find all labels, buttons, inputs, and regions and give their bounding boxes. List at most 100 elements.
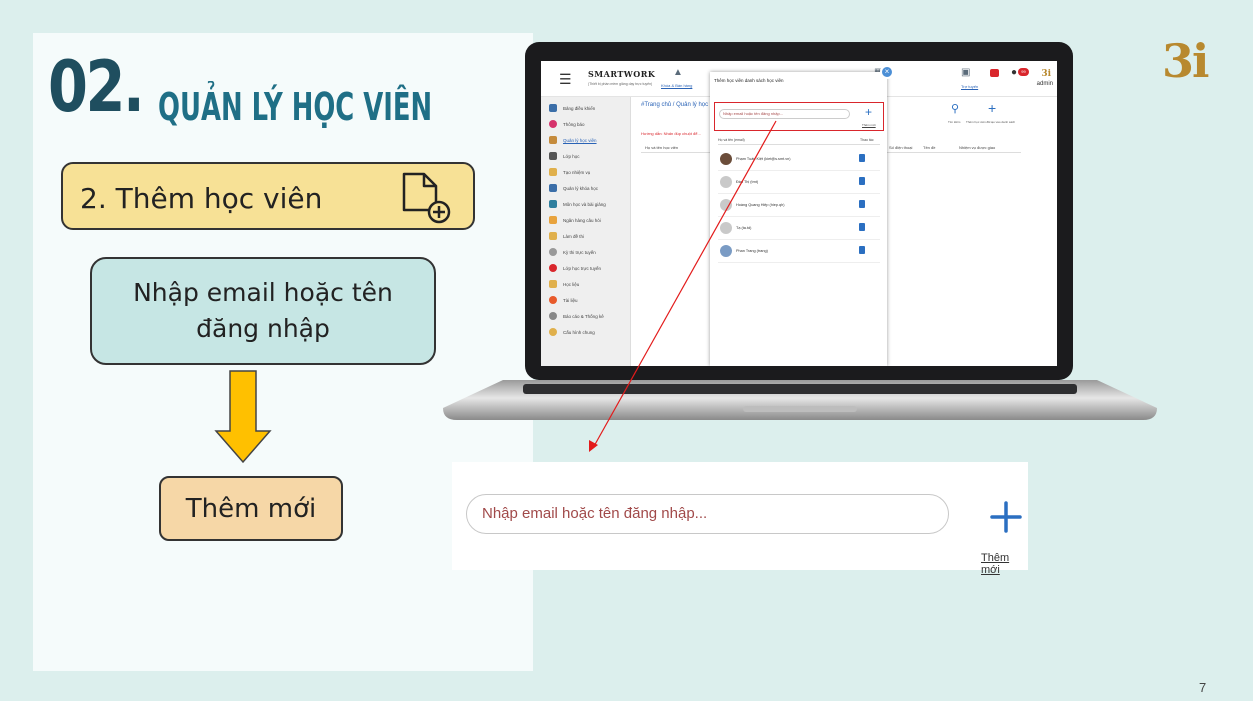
trash-icon[interactable]	[859, 200, 865, 208]
calendar-icon[interactable]: ▣	[961, 67, 970, 78]
sidebar-item-online-class[interactable]: Lớp học trực tuyến	[549, 261, 601, 275]
app-brand-subtitle: (Thiết bị phần mềm giảng dạy trực tuyến)	[588, 82, 653, 86]
sidebar-item-label: Lớp học	[563, 153, 580, 159]
sidebar-item-documents[interactable]: Tài liệu	[549, 293, 578, 307]
sidebar-item-label: Kỳ thi trực tuyến	[563, 249, 596, 255]
course-icon	[549, 184, 557, 192]
task-icon	[549, 168, 557, 176]
add-new-button[interactable]: Thêm mới	[981, 552, 1028, 576]
avatar	[720, 199, 732, 211]
table-row[interactable]: Phạm Tuấn Kiệt (kiet@s.smt.vn)	[718, 148, 880, 171]
sidebar-item-subjects[interactable]: Môn học và bài giảng	[549, 197, 606, 211]
search-input[interactable]: Nhập email hoặc tên đăng nhập...	[466, 494, 949, 534]
header-link-support[interactable]: Trợ tuyến	[961, 84, 978, 89]
sidebar-item-settings[interactable]: Cấu hình chung	[549, 325, 595, 339]
sidebar-item-tasks[interactable]: Tạo nhiệm vụ	[549, 165, 590, 179]
sidebar-item-courses[interactable]: Quản lý khóa học	[549, 181, 598, 195]
class-icon	[549, 152, 557, 160]
column-header: Họ và tên học viên	[645, 145, 679, 150]
sidebar-item-label: Ngân hàng câu hỏi	[563, 217, 601, 223]
online-class-icon	[549, 264, 557, 272]
sidebar-item-materials[interactable]: Học liệu	[549, 277, 579, 291]
admin-label[interactable]: admin	[1037, 81, 1053, 87]
column-header: Số điện thoại	[889, 145, 913, 150]
sidebar-item-label: Tạo nhiệm vụ	[563, 169, 591, 175]
row-name: Phan Trang (trang)	[736, 249, 768, 253]
column-header: Tên đề	[923, 145, 936, 150]
modal-search-input[interactable]: Nhập email hoặc tên đăng nhập...	[719, 109, 850, 119]
step-box: 2. Thêm học viên	[61, 162, 475, 230]
table-row[interactable]: Phan Trang (trang)	[718, 240, 880, 263]
sidebar-item-notifications[interactable]: Thông báo	[549, 117, 585, 131]
modal-input-highlight: Nhập email hoặc tên đăng nhập... + Thêm …	[714, 102, 884, 131]
row-name: Tạ (ta.td)	[736, 226, 752, 230]
sidebar-item-online-exam[interactable]: Kỳ thi trực tuyến	[549, 245, 596, 259]
page-number: 7	[1199, 680, 1207, 695]
flag-icon[interactable]	[990, 69, 999, 77]
sidebar: Bảng điều khiển Thông báo Quản lý học vi…	[541, 97, 631, 366]
avatar	[720, 153, 732, 165]
student-icon	[549, 136, 557, 144]
add-document-icon	[400, 170, 458, 231]
column-header: Họ và tên (email)	[718, 138, 745, 142]
column-header: Thao tác	[860, 138, 874, 142]
laptop-screen: ☰ SMARTWORK (Thiết bị phần mềm giảng dạy…	[541, 61, 1057, 366]
sidebar-item-students[interactable]: Quản lý học viên	[549, 133, 597, 147]
sidebar-item-label: Tài liệu	[563, 297, 578, 303]
avatar	[720, 245, 732, 257]
plus-icon[interactable]	[989, 500, 1023, 539]
trash-icon[interactable]	[859, 223, 865, 231]
modal-title: Thêm học viên danh sách học viên	[714, 78, 784, 83]
zoomed-input-panel: Nhập email hoặc tên đăng nhập... Thêm mớ…	[452, 462, 1028, 576]
sidebar-item-classes[interactable]: Lớp học	[549, 149, 579, 163]
materials-icon	[549, 280, 557, 288]
table-row[interactable]: Đào Thị (tmt)	[718, 171, 880, 194]
app-logo: 3i	[1041, 69, 1051, 79]
avatar	[720, 176, 732, 188]
trash-icon[interactable]	[859, 154, 865, 162]
report-icon	[549, 312, 557, 320]
sidebar-item-label: Báo cáo & Thống kê	[563, 313, 604, 319]
sidebar-item-label: Thông báo	[563, 121, 585, 127]
section-number: 02.	[48, 46, 145, 128]
brand-logo: 3i	[1162, 34, 1210, 88]
online-exam-icon	[549, 248, 557, 256]
modal-add-button[interactable]: Thêm mới	[862, 123, 876, 127]
row-name: Phạm Tuấn Kiệt (kiet@s.smt.vn)	[736, 157, 791, 161]
search-icon[interactable]: ⚲	[951, 102, 959, 115]
table-row[interactable]: Hoàng Quang Hiệp (hiep.qh)	[718, 194, 880, 217]
plus-icon[interactable]: +	[865, 105, 872, 119]
sidebar-item-label: Bảng điều khiển	[563, 105, 596, 111]
trash-icon[interactable]	[859, 246, 865, 254]
header-link[interactable]: Khóa & Bán hàng	[661, 83, 692, 88]
breadcrumb[interactable]: #Trang chủ / Quản lý học viên	[641, 102, 721, 108]
sidebar-item-label: Môn học và bài giảng	[563, 201, 606, 207]
avatar	[720, 222, 732, 234]
page-hint: Hướng dẫn: Nhấn đúp chuột để...	[641, 131, 701, 136]
sidebar-item-label: Học liệu	[563, 281, 580, 287]
sidebar-item-label: Lớp học trực tuyến	[563, 265, 601, 271]
sidebar-item-exam[interactable]: Làm đề thi	[549, 229, 584, 243]
sidebar-item-label: Cấu hình chung	[563, 329, 595, 335]
menu-icon[interactable]: ☰	[559, 71, 572, 88]
add-student-modal: Thêm học viên danh sách học viên Nhập em…	[710, 72, 887, 366]
plus-icon[interactable]: +	[988, 100, 996, 116]
input-hint-box: Nhập email hoặc tên đăng nhập	[90, 257, 436, 365]
close-icon[interactable]: ×	[880, 65, 894, 79]
search-label: Tìm kiếm	[948, 120, 961, 124]
sidebar-item-label: Quản lý khóa học	[563, 185, 599, 191]
school-icon[interactable]: ▲	[673, 67, 683, 78]
notification-badge: 99	[1018, 68, 1029, 76]
arrow-down-icon	[213, 369, 273, 470]
question-bank-icon	[549, 216, 557, 224]
row-name: Hoàng Quang Hiệp (hiep.qh)	[736, 203, 785, 207]
trash-icon[interactable]	[859, 177, 865, 185]
sidebar-item-reports[interactable]: Báo cáo & Thống kê	[549, 309, 604, 323]
sidebar-item-dashboard[interactable]: Bảng điều khiển	[549, 101, 595, 115]
settings-icon	[549, 328, 557, 336]
document-icon	[549, 296, 557, 304]
exam-icon	[549, 232, 557, 240]
bell-icon[interactable]: ●	[1011, 67, 1017, 78]
table-row[interactable]: Tạ (ta.td)	[718, 217, 880, 240]
sidebar-item-question-bank[interactable]: Ngân hàng câu hỏi	[549, 213, 601, 227]
